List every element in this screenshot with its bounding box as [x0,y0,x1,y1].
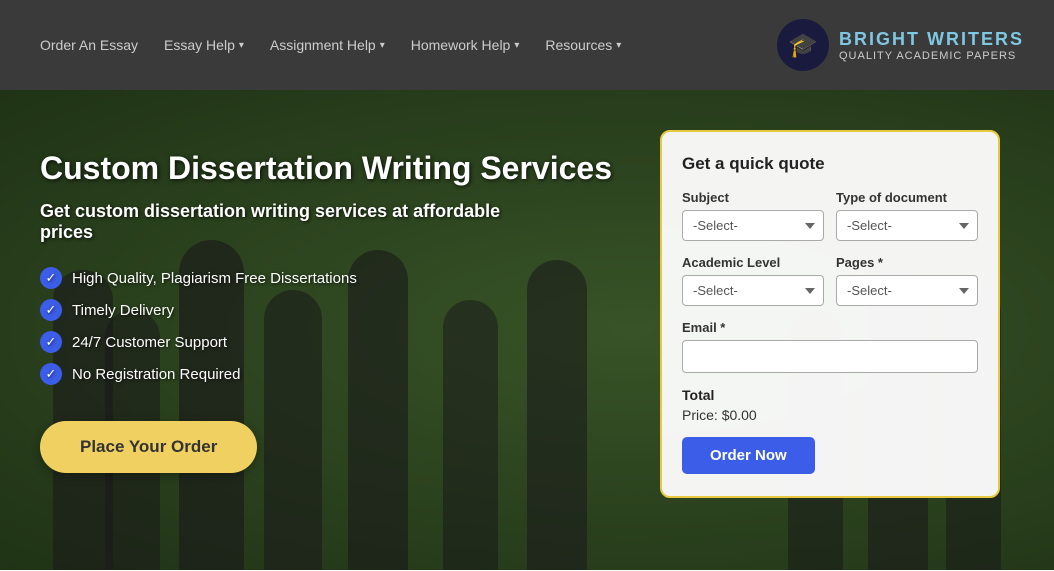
logo: 🎓 BRIGHT WRITERS QUALITY ACADEMIC PAPERS [777,19,1024,71]
form-row-level-pages: Academic Level -Select- Pages * -Select- [682,255,978,306]
logo-subtitle: QUALITY ACADEMIC PAPERS [839,50,1024,62]
doc-type-label: Type of document [836,190,978,205]
check-icon-1: ✓ [40,267,62,289]
feature-1-text: High Quality, Plagiarism Free Dissertati… [72,270,357,287]
subject-column: Subject -Select- [682,190,824,241]
hero-section: Custom Dissertation Writing Services Get… [0,90,1054,570]
pages-column: Pages * -Select- [836,255,978,306]
doc-type-column: Type of document -Select- [836,190,978,241]
feature-3: ✓ 24/7 Customer Support [40,331,640,353]
quote-form-title: Get a quick quote [682,154,978,174]
price-value: $0.00 [722,407,757,423]
total-section: Total Price: $0.00 [682,387,978,423]
academic-level-column: Academic Level -Select- [682,255,824,306]
hero-subtitle: Get custom dissertation writing services… [40,201,520,243]
total-label: Total [682,387,978,403]
nav-links: Order An Essay Essay Help ▾ Assignment H… [30,29,631,61]
email-label: Email * [682,320,978,335]
hero-title: Custom Dissertation Writing Services [40,150,640,187]
hero-features-list: ✓ High Quality, Plagiarism Free Disserta… [40,267,640,385]
logo-title: BRIGHT WRITERS [839,29,1024,50]
homework-help-chevron-icon: ▾ [514,40,519,51]
nav-assignment-help[interactable]: Assignment Help ▾ [260,29,395,61]
feature-2-text: Timely Delivery [72,302,174,319]
doc-type-select[interactable]: -Select- [836,210,978,241]
check-icon-2: ✓ [40,299,62,321]
nav-essay-help[interactable]: Essay Help ▾ [154,29,254,61]
assignment-help-chevron-icon: ▾ [380,40,385,51]
email-field-group: Email * [682,320,978,373]
subject-label: Subject [682,190,824,205]
check-icon-3: ✓ [40,331,62,353]
navigation: Order An Essay Essay Help ▾ Assignment H… [0,0,1054,90]
place-order-button[interactable]: Place Your Order [40,421,257,473]
feature-3-text: 24/7 Customer Support [72,334,227,351]
nav-order-essay[interactable]: Order An Essay [30,29,148,61]
feature-4-text: No Registration Required [72,366,240,383]
quote-form: Get a quick quote Subject -Select- Type … [660,130,1000,498]
form-row-subject-doctype: Subject -Select- Type of document -Selec… [682,190,978,241]
price-display: Price: $0.00 [682,407,978,423]
feature-4: ✓ No Registration Required [40,363,640,385]
nav-homework-help[interactable]: Homework Help ▾ [401,29,530,61]
email-input[interactable] [682,340,978,373]
pages-label: Pages * [836,255,978,270]
price-label: Price: [682,407,718,423]
order-now-button[interactable]: Order Now [682,437,815,474]
feature-1: ✓ High Quality, Plagiarism Free Disserta… [40,267,640,289]
resources-chevron-icon: ▾ [616,40,621,51]
academic-level-label: Academic Level [682,255,824,270]
subject-select[interactable]: -Select- [682,210,824,241]
check-icon-4: ✓ [40,363,62,385]
academic-level-select[interactable]: -Select- [682,275,824,306]
essay-help-chevron-icon: ▾ [239,40,244,51]
nav-resources[interactable]: Resources ▾ [535,29,631,61]
feature-2: ✓ Timely Delivery [40,299,640,321]
pages-select[interactable]: -Select- [836,275,978,306]
hero-content: Custom Dissertation Writing Services Get… [40,130,640,473]
logo-icon: 🎓 [777,19,829,71]
